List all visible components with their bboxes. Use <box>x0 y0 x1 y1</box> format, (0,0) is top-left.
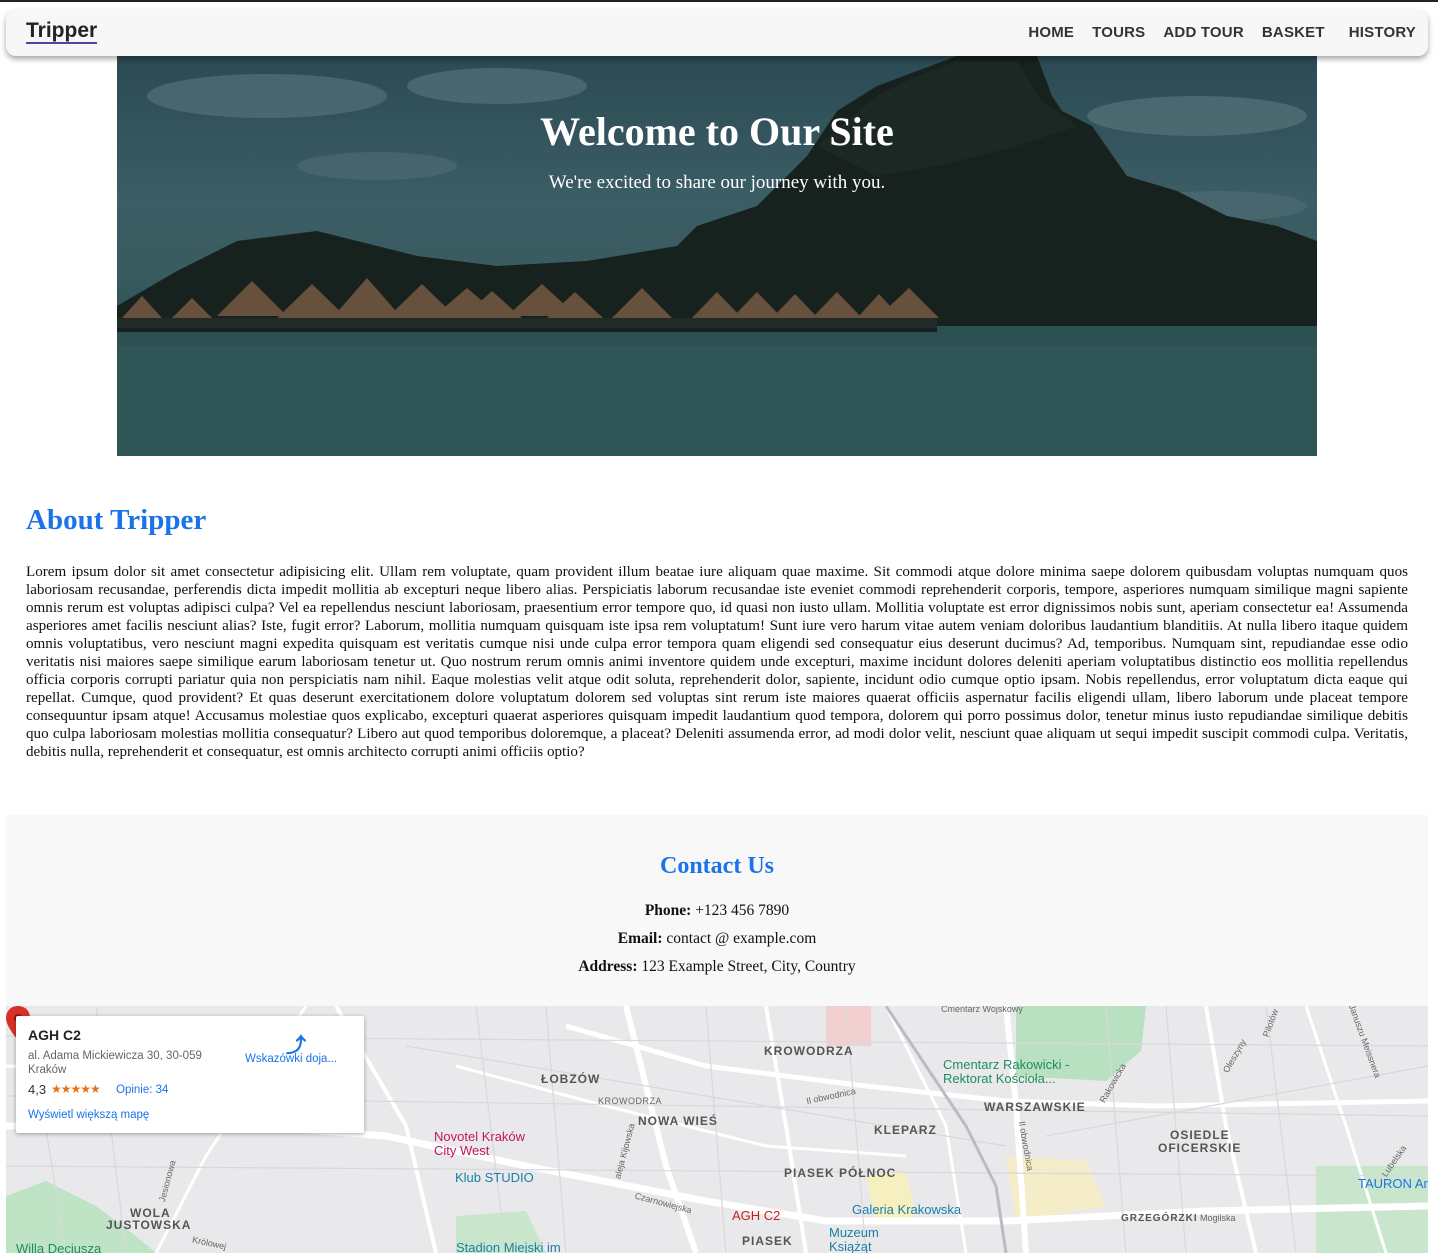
poi-willa-decjusza[interactable]: Willa Decjusza <box>16 1242 101 1253</box>
top-border <box>0 0 1438 2</box>
district-piasek: PIASEK <box>742 1234 793 1248</box>
nav-home[interactable]: HOME <box>1028 24 1074 41</box>
larger-map-link[interactable]: Wyświetl większą mapę <box>28 1109 149 1121</box>
poi-novotel[interactable]: Novotel Kraków City West <box>434 1130 544 1158</box>
district-krowodrza: KROWODRZA <box>764 1044 854 1058</box>
district-nowa-wies: NOWA WIEŚ <box>638 1114 718 1128</box>
map-info-card: AGH C2 al. Adama Mickiewicza 30, 30-059 … <box>16 1016 364 1133</box>
street-mogilska: Mogilska <box>1200 1213 1236 1223</box>
district-osiedle: OSIEDLE <box>1170 1128 1230 1142</box>
street-cmentarz-wojskowy: Cmentarz Wojskowy <box>941 1006 1023 1014</box>
district-piasek-polnoc: PIASEK PÓŁNOC <box>784 1166 897 1180</box>
reviews-link[interactable]: Opinie: 34 <box>116 1084 168 1096</box>
place-rating: 4,3 <box>28 1082 47 1097</box>
place-address: al. Adama Mickiewicza 30, 30-059 Kraków <box>28 1050 202 1076</box>
contact-email: Email: contact @ example.com <box>6 930 1428 948</box>
district-grzegorzki: GRZEGÓRZKI <box>1121 1213 1198 1224</box>
nav-basket[interactable]: BASKET <box>1262 24 1325 41</box>
poi-agh-c2[interactable]: AGH C2 <box>732 1209 780 1223</box>
about-title: About Tripper <box>26 504 207 536</box>
hero-banner: Welcome to Our Site We're excited to sha… <box>117 56 1317 456</box>
contact-phone: Phone: +123 456 7890 <box>6 902 1428 920</box>
district-kleparz: KLEPARZ <box>874 1123 937 1137</box>
rating-stars-icon: ★★★★★ <box>51 1082 101 1096</box>
contact-title: Contact Us <box>660 853 774 879</box>
district-justowska: JUSTOWSKA <box>106 1218 192 1232</box>
phone-value: +123 456 7890 <box>695 902 790 919</box>
contact-address: Address: 123 Example Street, City, Count… <box>6 958 1428 976</box>
navbar: Tripper HOME TOURS ADD TOUR BASKET HISTO… <box>6 10 1428 56</box>
district-lobzow: ŁOBZÓW <box>541 1072 601 1086</box>
nav-links: HOME TOURS ADD TOUR BASKET HISTORY <box>1010 24 1416 41</box>
nav-history[interactable]: HISTORY <box>1349 24 1416 41</box>
embedded-map[interactable]: KROWODRZA ŁOBZÓW NOWA WIEŚ WARSZAWSKIE K… <box>6 1006 1428 1253</box>
poi-muzeum[interactable]: Muzeum Książąt Czartoryskich <box>829 1226 919 1253</box>
poi-galeria-krakowska[interactable]: Galeria Krakowska <box>852 1203 961 1217</box>
nav-add-tour[interactable]: ADD TOUR <box>1163 24 1244 41</box>
district-oficerskie: OFICERSKIE <box>1158 1141 1242 1155</box>
poi-cmentarz-rakowicki[interactable]: Cmentarz Rakowicki - Rektorat Kościoła..… <box>943 1058 1083 1086</box>
district-warszawskie: WARSZAWSKIE <box>984 1100 1086 1114</box>
poi-klub-studio[interactable]: Klub STUDIO <box>455 1171 534 1185</box>
nav-tours[interactable]: TOURS <box>1092 24 1145 41</box>
address-value: 123 Example Street, City, Country <box>641 958 856 975</box>
about-text: Lorem ipsum dolor sit amet consectetur a… <box>26 564 1408 760</box>
poi-stadion[interactable]: Stadion Miejski im <box>456 1241 561 1253</box>
place-title: AGH C2 <box>28 1027 81 1043</box>
contact-section: Contact Us Phone: +123 456 7890 Email: c… <box>6 815 1428 1006</box>
email-value: contact @ example.com <box>666 930 817 947</box>
poi-tauron[interactable]: TAURON Ar <box>1358 1177 1428 1191</box>
hero-title: Welcome to Our Site <box>540 109 894 154</box>
email-label: Email: <box>617 930 663 947</box>
directions-link[interactable]: Wskazówki doja... <box>245 1053 337 1065</box>
address-label: Address: <box>578 958 638 975</box>
phone-label: Phone: <box>644 902 692 919</box>
street-krowodrza: KROWODRZA <box>598 1096 662 1106</box>
hero-subtitle: We're excited to share our journey with … <box>548 172 886 193</box>
brand-logo[interactable]: Tripper <box>26 20 98 44</box>
